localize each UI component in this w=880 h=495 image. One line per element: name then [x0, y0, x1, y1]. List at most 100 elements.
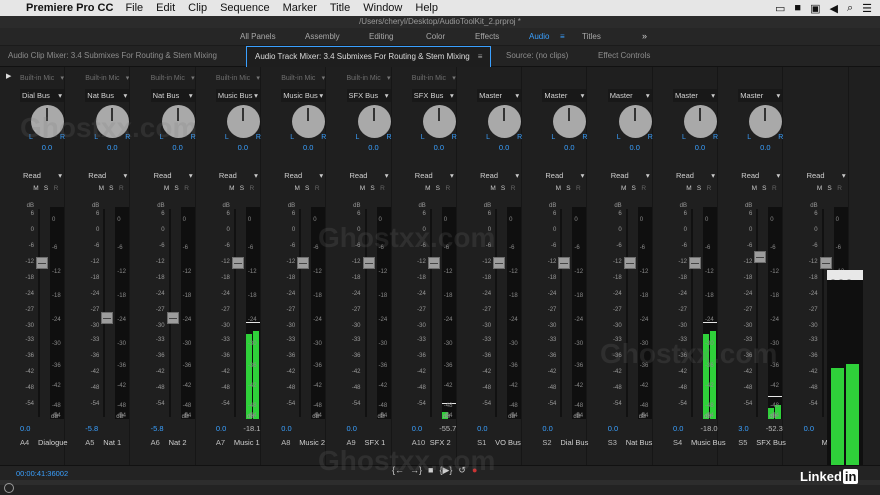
volume-fader[interactable] [297, 257, 310, 269]
input-select[interactable]: Built-in Mic [151, 73, 195, 85]
automation-mode-select[interactable]: Read [20, 170, 64, 182]
app-name[interactable]: Premiere Pro CC [26, 2, 113, 14]
input-select[interactable]: Built-in Mic [20, 73, 64, 85]
pan-value[interactable]: 0.0 [359, 143, 389, 152]
output-routing-select[interactable]: Master [738, 89, 783, 102]
mute-button[interactable]: M [162, 185, 172, 192]
menu-window[interactable]: Window [363, 2, 402, 14]
mute-button[interactable]: M [96, 185, 106, 192]
record-enable-button[interactable]: R [835, 185, 845, 192]
solo-button[interactable]: S [694, 185, 704, 192]
more-workspaces-icon[interactable]: » [642, 28, 647, 45]
pan-value[interactable]: 0.0 [620, 143, 650, 152]
output-routing-select[interactable]: Master [542, 89, 587, 102]
output-routing-select[interactable]: Master [607, 89, 652, 102]
tab-audio-clip-mixer[interactable]: Audio Clip Mixer: 3.4 Submixes For Routi… [8, 46, 217, 66]
output-routing-select[interactable]: Nat Bus [85, 89, 130, 102]
record-enable-button[interactable]: R [573, 185, 583, 192]
solo-button[interactable]: S [237, 185, 247, 192]
volume-fader[interactable] [623, 257, 636, 269]
pan-value[interactable]: 0.0 [554, 143, 584, 152]
settings-icon[interactable] [4, 483, 14, 493]
record-enable-button[interactable]: R [182, 185, 192, 192]
solo-button[interactable]: S [302, 185, 312, 192]
volume-value[interactable]: -5.8 [151, 424, 164, 433]
solo-button[interactable]: S [629, 185, 639, 192]
solo-button[interactable]: S [433, 185, 443, 192]
input-select[interactable]: Built-in Mic [281, 73, 325, 85]
volume-value[interactable]: 0.0 [542, 424, 552, 433]
workspace-assembly[interactable]: Assembly [305, 28, 340, 45]
workspace-all-panels[interactable]: All Panels [240, 28, 276, 45]
panel-menu-icon[interactable]: ≡ [478, 52, 483, 61]
tab-audio-track-mixer[interactable]: Audio Track Mixer: 3.4 Submixes For Rout… [246, 46, 492, 67]
solo-button[interactable]: S [825, 185, 835, 192]
pan-value[interactable]: 0.0 [685, 143, 715, 152]
pan-value[interactable]: 0.0 [489, 143, 519, 152]
volume-fader[interactable] [493, 257, 506, 269]
volume-fader[interactable] [166, 311, 179, 324]
record-enable-button[interactable]: R [116, 185, 126, 192]
mute-button[interactable]: M [292, 185, 302, 192]
volume-icon[interactable]: ◀ [829, 2, 837, 15]
pan-value[interactable]: 0.0 [32, 143, 62, 152]
workspace-menu-icon[interactable]: ≡ [560, 28, 565, 45]
mute-button[interactable]: M [749, 185, 759, 192]
volume-value[interactable]: -5.8 [85, 424, 98, 433]
pan-value[interactable]: 0.0 [750, 143, 780, 152]
solo-button[interactable]: S [368, 185, 378, 192]
volume-fader[interactable] [754, 251, 767, 263]
screen-icon[interactable]: ▭ [775, 2, 785, 15]
tab-source[interactable]: Source: (no clips) [506, 46, 568, 66]
workspace-color[interactable]: Color [426, 28, 445, 45]
volume-value[interactable]: 0.0 [281, 424, 291, 433]
volume-value[interactable]: 3.0 [738, 424, 748, 433]
workspace-effects[interactable]: Effects [475, 28, 499, 45]
automation-mode-select[interactable]: Read [608, 170, 652, 182]
record-enable-button[interactable]: R [247, 185, 257, 192]
list-icon[interactable]: ☰ [862, 2, 872, 15]
volume-value[interactable]: 0.0 [216, 424, 226, 433]
pan-value[interactable]: 0.0 [424, 143, 454, 152]
automation-mode-select[interactable]: Read [738, 170, 782, 182]
workspace-editing[interactable]: Editing [369, 28, 393, 45]
record-enable-button[interactable]: R [378, 185, 388, 192]
solo-button[interactable]: S [172, 185, 182, 192]
input-select[interactable]: Built-in Mic [216, 73, 260, 85]
automation-mode-select[interactable]: Read [151, 170, 195, 182]
solo-button[interactable]: S [759, 185, 769, 192]
output-routing-select[interactable]: Nat Bus [150, 89, 195, 102]
mute-button[interactable]: M [684, 185, 694, 192]
mute-button[interactable]: M [31, 185, 41, 192]
workspace-titles[interactable]: Titles [582, 28, 601, 45]
solo-button[interactable]: S [106, 185, 116, 192]
automation-mode-select[interactable]: Read [281, 170, 325, 182]
record-enable-button[interactable]: R [704, 185, 714, 192]
input-select[interactable]: Built-in Mic [347, 73, 391, 85]
camera-icon[interactable]: ■ [794, 2, 801, 14]
automation-mode-select[interactable]: Read [673, 170, 717, 182]
mute-button[interactable]: M [619, 185, 629, 192]
timecode[interactable]: 00:00:41:36002 [16, 469, 68, 478]
search-icon[interactable]: ⌕ [847, 2, 853, 15]
automation-mode-select[interactable]: Read [804, 170, 848, 182]
volume-value[interactable]: 0.0 [673, 424, 683, 433]
automation-mode-select[interactable]: Read [216, 170, 260, 182]
volume-fader[interactable] [36, 257, 48, 269]
menu-file[interactable]: File [125, 2, 143, 14]
automation-mode-select[interactable]: Read [347, 170, 391, 182]
output-routing-select[interactable]: Master [477, 89, 522, 102]
solo-button[interactable]: S [498, 185, 508, 192]
record-enable-button[interactable]: R [443, 185, 453, 192]
automation-mode-select[interactable]: Read [412, 170, 456, 182]
volume-fader[interactable] [558, 257, 571, 269]
volume-fader[interactable] [689, 257, 701, 269]
output-routing-select[interactable]: Music Bus [281, 89, 326, 102]
volume-value[interactable]: 0.0 [412, 424, 422, 433]
volume-value[interactable]: 0.0 [804, 424, 814, 433]
volume-value[interactable]: 0.0 [477, 424, 487, 433]
output-routing-select[interactable]: SFX Bus [346, 89, 391, 102]
mute-button[interactable]: M [815, 185, 825, 192]
output-routing-select[interactable]: Music Bus [215, 89, 260, 102]
display-icon[interactable]: ▣ [810, 2, 820, 15]
